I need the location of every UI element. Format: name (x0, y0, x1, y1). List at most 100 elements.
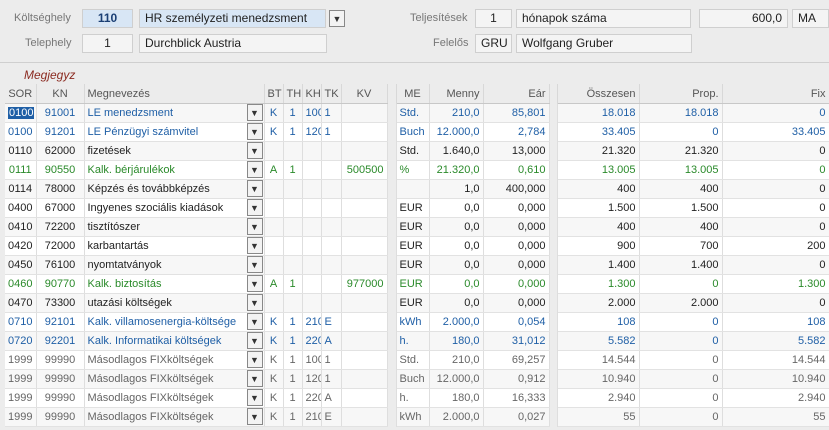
cell-name[interactable]: Képzés és továbbképzés ▼ (84, 179, 265, 199)
cell-prop[interactable]: 2.000 (639, 293, 723, 313)
cell-prop[interactable]: 0 (639, 312, 723, 332)
cell-sor[interactable]: 0111 (5, 160, 37, 180)
cell-ear[interactable]: 0,000 (483, 255, 550, 275)
cell-me[interactable]: Std. (396, 141, 430, 161)
cell-th[interactable]: 1 (283, 103, 303, 123)
cell-prop[interactable]: 1.400 (639, 255, 723, 275)
cell-ear[interactable]: 31,012 (483, 331, 550, 351)
cell-kh[interactable] (302, 255, 322, 275)
cell-kh[interactable]: 120 (302, 122, 322, 142)
table-row[interactable]: 0114 78000 Képzés és továbbképzés ▼ 1,0 400,0… (5, 179, 829, 199)
cell-menny[interactable]: 210,0 (429, 103, 484, 123)
cell-tk[interactable]: 1 (321, 350, 342, 370)
cell-sor[interactable]: 0420 (5, 236, 37, 256)
cell-ear[interactable]: 16,333 (483, 388, 550, 408)
cell-menny[interactable]: 1,0 (429, 179, 484, 199)
table-row[interactable]: 0400 67000 Ingyenes szociális kiadások ▼ EUR… (5, 198, 829, 218)
cell-osszesen[interactable]: 1.500 (557, 198, 640, 218)
cell-bt[interactable]: A (264, 274, 284, 294)
cost-center-name-field[interactable]: HR személyzeti menedzsment (139, 9, 326, 28)
cell-osszesen[interactable]: 400 (557, 217, 640, 237)
cell-tk[interactable]: A (321, 388, 342, 408)
cell-menny[interactable]: 180,0 (429, 331, 484, 351)
cell-bt[interactable] (264, 179, 284, 199)
site-code-field[interactable]: 1 (82, 34, 133, 53)
cell-th[interactable]: 1 (283, 312, 303, 332)
cell-tk[interactable] (321, 255, 342, 275)
cell-kn[interactable]: 92101 (36, 312, 85, 332)
cost-center-dropdown-button[interactable]: ▼ (329, 10, 345, 27)
cell-fix[interactable]: 0 (722, 217, 829, 237)
cell-osszesen[interactable]: 33.405 (557, 122, 640, 142)
col-header-kv[interactable]: KV (341, 84, 388, 104)
cell-th[interactable]: 1 (283, 331, 303, 351)
cell-ear[interactable]: 0,000 (483, 274, 550, 294)
row-dropdown-button[interactable]: ▼ (246, 370, 263, 387)
cell-tk[interactable] (321, 198, 342, 218)
cell-fix[interactable]: 5.582 (722, 331, 829, 351)
cell-name[interactable]: Kalk. Informatikai költségek ▼ (84, 331, 265, 351)
cell-prop[interactable]: 700 (639, 236, 723, 256)
cell-me[interactable]: h. (396, 388, 430, 408)
cell-ear[interactable]: 0,000 (483, 198, 550, 218)
cell-menny[interactable]: 0,0 (429, 198, 484, 218)
cell-kn[interactable]: 90770 (36, 274, 85, 294)
cell-sor[interactable]: 0100 (5, 103, 37, 123)
cell-tk[interactable]: 1 (321, 369, 342, 389)
row-dropdown-button[interactable]: ▼ (246, 104, 263, 121)
cell-fix[interactable]: 14.544 (722, 350, 829, 370)
cell-th[interactable] (283, 236, 303, 256)
cell-kv[interactable] (341, 407, 388, 427)
cell-bt[interactable]: K (264, 369, 284, 389)
cell-sor[interactable]: 0400 (5, 198, 37, 218)
cell-bt[interactable] (264, 198, 284, 218)
cell-kn[interactable]: 90550 (36, 160, 85, 180)
cell-sor[interactable]: 0710 (5, 312, 37, 332)
col-header-tk[interactable]: TK (321, 84, 342, 104)
cell-ear[interactable]: 13,000 (483, 141, 550, 161)
cell-me[interactable]: Std. (396, 350, 430, 370)
cell-tk[interactable] (321, 217, 342, 237)
cell-name[interactable]: Másodlagos FIXköltségek ▼ (84, 350, 265, 370)
row-dropdown-button[interactable]: ▼ (246, 256, 263, 273)
cell-name[interactable]: Másodlagos FIXköltségek ▼ (84, 388, 265, 408)
cell-sor[interactable]: 1999 (5, 388, 37, 408)
cell-kh[interactable]: 120 (302, 369, 322, 389)
cell-kv[interactable]: 500500 (341, 160, 388, 180)
cell-kn[interactable]: 91001 (36, 103, 85, 123)
cell-me[interactable]: Buch (396, 122, 430, 142)
row-dropdown-button[interactable]: ▼ (246, 180, 263, 197)
cell-bt[interactable] (264, 217, 284, 237)
cell-menny[interactable]: 12.000,0 (429, 369, 484, 389)
cell-osszesen[interactable]: 10.940 (557, 369, 640, 389)
row-dropdown-button[interactable]: ▼ (246, 389, 263, 406)
cell-kv[interactable] (341, 350, 388, 370)
cell-ear[interactable]: 0,000 (483, 217, 550, 237)
cell-sor-value[interactable]: 0100 (8, 107, 35, 119)
table-row[interactable]: 0410 72200 tisztítószer ▼ EUR 0,0 0,000 400 400 0 (5, 217, 829, 237)
cell-fix[interactable]: 0 (722, 255, 829, 275)
cell-menny[interactable]: 210,0 (429, 350, 484, 370)
cell-kv[interactable] (341, 236, 388, 256)
cell-prop[interactable]: 0 (639, 369, 723, 389)
cell-osszesen[interactable]: 18.018 (557, 103, 640, 123)
cell-sor[interactable]: 1999 (5, 407, 37, 427)
cell-menny[interactable]: 0,0 (429, 274, 484, 294)
row-dropdown-button[interactable]: ▼ (246, 161, 263, 178)
cell-prop[interactable]: 13.005 (639, 160, 723, 180)
cell-ear[interactable]: 0,054 (483, 312, 550, 332)
cell-kh[interactable]: 210 (302, 407, 322, 427)
cell-prop[interactable]: 0 (639, 122, 723, 142)
col-header-ear[interactable]: Eár (483, 84, 550, 104)
cell-prop[interactable]: 400 (639, 179, 723, 199)
cell-name[interactable]: fizetések ▼ (84, 141, 265, 161)
cell-name[interactable]: Kalk. villamosenergia-költsége ▼ (84, 312, 265, 332)
table-row[interactable]: 199999990Másodlagos FIXköltségek ▼ K1220Ah… (5, 388, 829, 408)
cell-tk[interactable]: 1 (321, 103, 342, 123)
cell-kh[interactable] (302, 236, 322, 256)
cell-th[interactable] (283, 141, 303, 161)
cell-fix[interactable]: 2.940 (722, 388, 829, 408)
table-row[interactable]: 0450 76100 nyomtatványok ▼ EUR 0,0 0,000 1.400 1… (5, 255, 829, 275)
cell-kn[interactable]: 76100 (36, 255, 85, 275)
cell-kh[interactable] (302, 293, 322, 313)
